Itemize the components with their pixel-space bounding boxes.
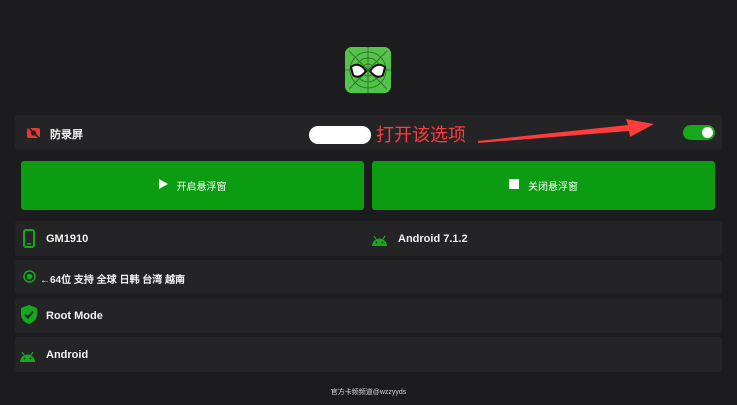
android-platform-icon — [19, 349, 36, 367]
stop-float-window-label: 关闭悬浮窗 — [528, 182, 578, 193]
device-info-row: GM1910 Android 7.1.2 — [15, 221, 722, 256]
stop-icon — [509, 179, 519, 192]
device-model: GM1910 — [46, 233, 89, 245]
no-record-icon — [26, 125, 41, 145]
android-version: Android 7.1.2 — [398, 233, 468, 245]
anti-record-toggle[interactable] — [683, 125, 715, 140]
root-mode-row: Root Mode — [15, 298, 722, 333]
start-float-window-button[interactable]: 开启悬浮窗 — [21, 161, 364, 210]
annotation-arrow-icon — [478, 119, 654, 143]
arch-info-text: ←64位 支持 全球 日韩 台湾 越南 — [40, 275, 186, 286]
start-float-window-label: 开启悬浮窗 — [176, 182, 227, 193]
radio-icon — [23, 270, 36, 288]
anti-record-label: 防录屏 — [50, 129, 83, 141]
redaction-blot — [309, 126, 371, 144]
stop-float-window-button[interactable]: 关闭悬浮窗 — [372, 161, 715, 210]
app-logo-spider-mask-icon — [345, 47, 391, 93]
android-icon — [371, 233, 388, 251]
shield-check-icon — [21, 305, 37, 329]
phone-icon — [23, 229, 35, 253]
play-icon — [158, 179, 168, 192]
root-mode-label: Root Mode — [46, 310, 103, 322]
annotation-text: 打开该选项 — [376, 125, 466, 145]
arch-info-row: ←64位 支持 全球 日韩 台湾 越南 — [15, 260, 722, 294]
platform-row: Android — [15, 337, 722, 372]
platform-label: Android — [46, 349, 89, 361]
toggle-knob — [702, 127, 713, 138]
footer-channel-text: 官方卡频频道@wzzyyds — [330, 389, 407, 396]
